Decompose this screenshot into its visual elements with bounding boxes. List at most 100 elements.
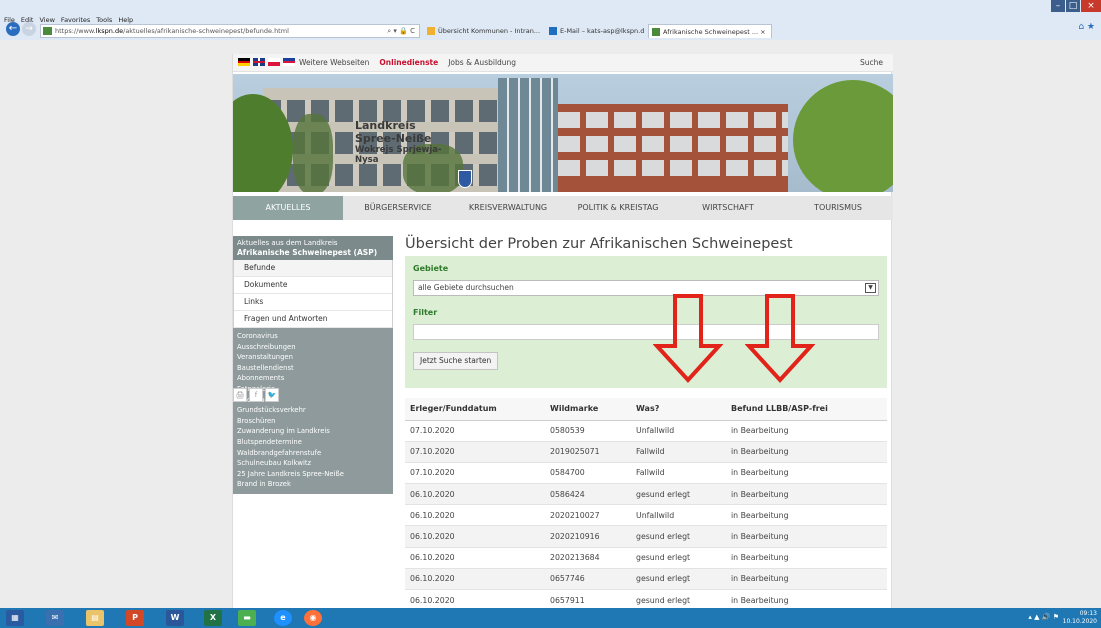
column-header[interactable]: Was? [631, 398, 726, 421]
column-header[interactable]: Befund LLBB/ASP-frei [726, 398, 887, 421]
explorer-folder-icon[interactable]: ▤ [86, 610, 104, 626]
nav-buergerservice[interactable]: BÜRGERSERVICE [343, 196, 453, 220]
browser-viewport: Weitere Webseiten Onlinedienste Jobs & A… [0, 40, 1101, 612]
twitter-icon[interactable]: 🐦 [265, 388, 279, 402]
sidebar-item[interactable]: Veranstaltungen [233, 352, 393, 363]
share-buttons: 🖨 f 🐦 [233, 388, 279, 402]
nav-wirtschaft[interactable]: WIRTSCHAFT [673, 196, 783, 220]
sidebar-item-dokumente[interactable]: Dokumente [234, 277, 392, 294]
link-onlinedienste[interactable]: Onlinedienste [379, 54, 438, 72]
sidebar-section-title[interactable]: Afrikanische Schweinepest (ASP) [237, 248, 389, 257]
app-icon[interactable]: ▬ [238, 610, 256, 626]
forward-button[interactable]: → [22, 22, 36, 36]
excel-icon[interactable]: X [204, 610, 222, 626]
url-prefix: https://www. [55, 27, 96, 35]
minimize-button[interactable]: – [1051, 0, 1065, 12]
sidebar-item[interactable]: Ausschreibungen [233, 342, 393, 353]
was-cell: gesund erlegt [631, 547, 726, 569]
system-clock[interactable]: 09:13 10.10.2020 [1063, 610, 1097, 626]
site-favicon-icon [43, 27, 52, 35]
funddatum-cell: 07.10.2020 [405, 462, 545, 485]
sidebar-subnav: Befunde Dokumente Links Fragen und Antwo… [233, 260, 393, 328]
sidebar-item[interactable]: Grundstücksverkehr [233, 405, 393, 416]
results-table: Erleger/Funddatum Wildmarke Was? Befund … [405, 398, 887, 612]
powerpoint-icon[interactable]: P [126, 610, 144, 626]
close-button[interactable]: × [1081, 0, 1101, 12]
folder-icon [427, 27, 435, 35]
nav-tourismus[interactable]: TOURISMUS [783, 196, 893, 220]
was-cell: gesund erlegt [631, 483, 726, 506]
tab-label: Afrikanische Schweinepest ... × [663, 28, 766, 36]
funddatum-cell: 06.10.2020 [405, 547, 545, 569]
befund-cell: in Bearbeitung [726, 420, 887, 442]
start-icon[interactable]: ▦ [6, 610, 24, 626]
sidebar-item[interactable]: Schulneubau Kolkwitz [233, 458, 393, 469]
wildmarke-cell: 0586424 [545, 483, 631, 506]
column-header[interactable]: Wildmarke [545, 398, 631, 421]
nav-kreisverwaltung[interactable]: KREISVERWALTUNG [453, 196, 563, 220]
outlook-icon[interactable]: ✉ [46, 610, 64, 626]
header-banner-image: Landkreis Spree-Neiße Wokrejs Sprjewja-N… [233, 74, 893, 192]
sidebar-header: Aktuelles aus dem Landkreis Afrikanische… [233, 236, 393, 260]
wildmarke-cell: 2019025071 [545, 441, 631, 463]
sidebar-item[interactable]: Baustellendienst [233, 363, 393, 374]
sidebar-item[interactable]: Abonnements [233, 373, 393, 384]
web-page: Weitere Webseiten Onlinedienste Jobs & A… [232, 54, 893, 612]
nav-politik-kreistag[interactable]: POLITIK & KREISTAG [563, 196, 673, 220]
sidebar-item-faq[interactable]: Fragen und Antworten [234, 311, 392, 328]
sidebar-parent-link[interactable]: Aktuelles aus dem Landkreis [237, 239, 338, 247]
url-path: /aktuelles/afrikanische-schweinepest/bef… [123, 27, 289, 35]
column-header[interactable]: Erleger/Funddatum [405, 398, 545, 421]
arrow-shape [653, 294, 723, 383]
word-icon[interactable]: W [166, 610, 184, 626]
print-icon[interactable]: 🖨 [233, 388, 247, 402]
sidebar-item[interactable]: Zuwanderung im Landkreis [233, 426, 393, 437]
filter-label: Filter [413, 308, 438, 317]
internet-explorer-icon[interactable]: e [274, 610, 292, 626]
maximize-button[interactable]: □ [1066, 0, 1080, 12]
sidebar-item[interactable]: Broschüren [233, 416, 393, 427]
sidebar-item-befunde[interactable]: Befunde [234, 260, 392, 277]
arrow-shape [745, 294, 815, 383]
firefox-icon[interactable]: ◉ [304, 610, 322, 626]
german-flag-icon[interactable] [238, 58, 250, 67]
table-header-row: Erleger/Funddatum Wildmarke Was? Befund … [405, 398, 887, 421]
table-row: 06.10.2020 2020210916 gesund erlegt in Bear… [405, 525, 887, 548]
meta-links: Weitere Webseiten Onlinedienste Jobs & A… [299, 54, 516, 72]
search-link[interactable]: Suche [860, 54, 883, 72]
table-row: 07.10.2020 0584700 Fallwild in Bearbeitung [405, 462, 887, 485]
tab-intranet[interactable]: Übersicht Kommunen - Intran... [424, 24, 544, 38]
sidebar-item[interactable]: Brand in Brozek [233, 479, 393, 490]
table-row: 06.10.2020 0657746 gesund erlegt in Bearbei… [405, 568, 887, 591]
facebook-icon[interactable]: f [249, 388, 263, 402]
search-start-button[interactable]: Jetzt Suche starten [413, 352, 499, 370]
befund-cell: in Bearbeitung [726, 525, 887, 548]
link-weitere-webseiten[interactable]: Weitere Webseiten [299, 54, 369, 72]
sidebar-item[interactable]: Blutspendetermine [233, 437, 393, 448]
building-sign: Landkreis Spree-Neiße Wokrejs Sprjewja-N… [355, 119, 455, 165]
sidebar-item[interactable]: Coronavirus [233, 331, 393, 342]
was-cell: Fallwild [631, 462, 726, 485]
address-actions-icon[interactable]: ⌕ ▾ 🔒 C [387, 25, 415, 37]
tab-asp[interactable]: Afrikanische Schweinepest ... × [648, 24, 772, 38]
home-favorites-icon[interactable]: ⌂ ★ [1078, 22, 1095, 32]
english-flag-icon[interactable] [253, 58, 265, 67]
red-arrow-down-icon [745, 294, 815, 383]
was-cell: Unfallwild [631, 504, 726, 527]
address-bar[interactable]: https://www.lkspn.de/aktuelles/afrikanis… [40, 24, 420, 38]
chevron-down-icon[interactable]: ▼ [865, 283, 876, 293]
polish-flag-icon[interactable] [268, 58, 280, 66]
sidebar-item[interactable]: 25 Jahre Landkreis Spree-Neiße [233, 469, 393, 480]
mail-icon [549, 27, 557, 35]
link-jobs[interactable]: Jobs & Ausbildung [448, 54, 516, 72]
sidebar-item-links[interactable]: Links [234, 294, 392, 311]
system-tray-icons[interactable]: ▴ ▲ 🔊 ⚑ [1028, 613, 1059, 621]
sorbian-flag-icon[interactable] [283, 58, 295, 67]
tab-email[interactable]: E-Mail – kats-asp@lkspn.de [546, 24, 644, 38]
sidebar-item[interactable]: Waldbrandgefahrenstufe [233, 448, 393, 459]
nav-aktuelles[interactable]: AKTUELLES [233, 196, 343, 220]
language-flags [238, 58, 295, 67]
befund-cell: in Bearbeitung [726, 568, 887, 591]
funddatum-cell: 07.10.2020 [405, 420, 545, 442]
back-button[interactable]: ← [6, 22, 20, 36]
